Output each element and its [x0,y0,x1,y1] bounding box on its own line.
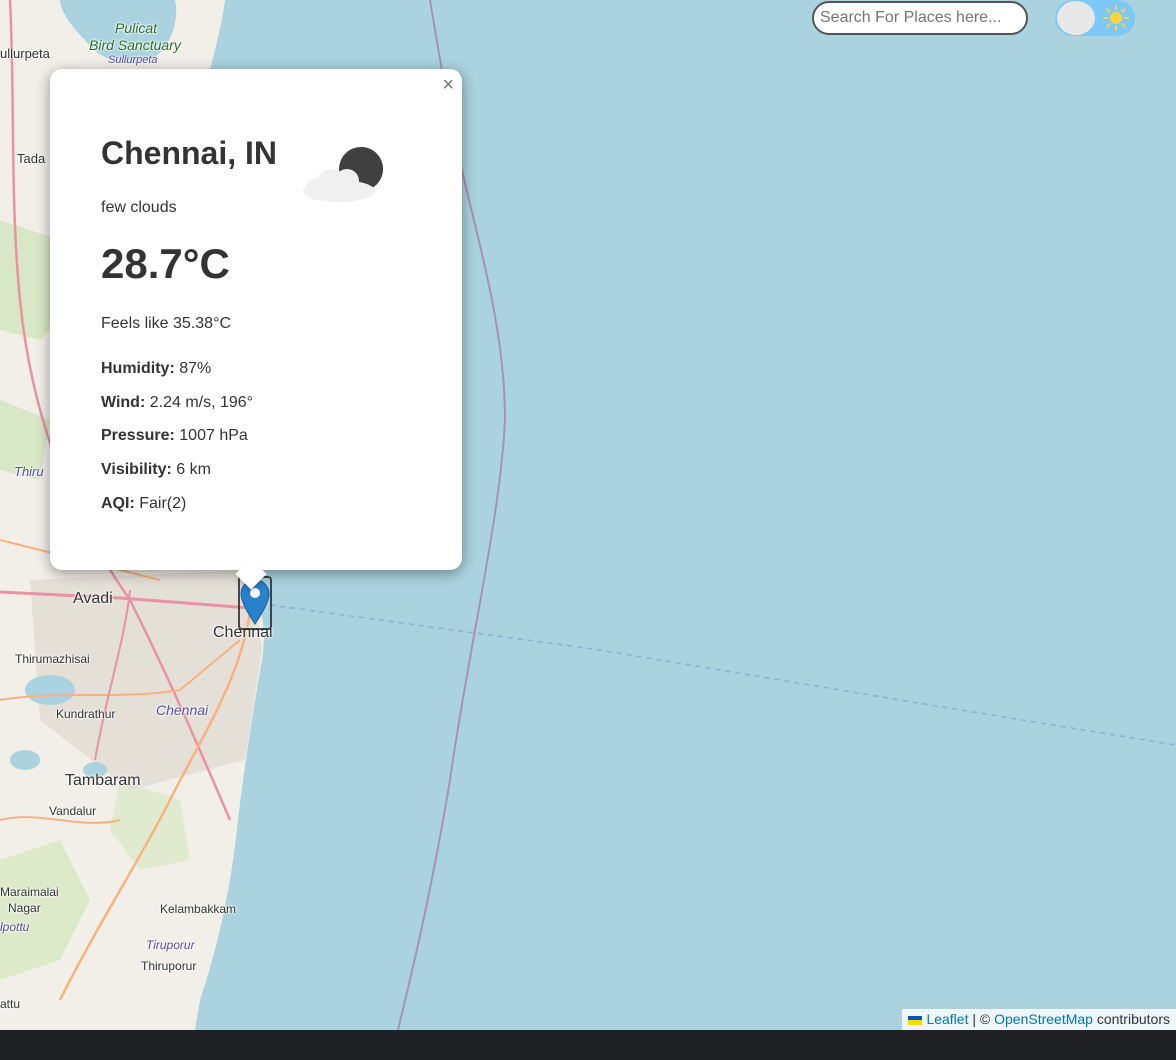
map-label-kundrathur: Kundrathur [56,707,116,721]
detail-label: Visibility: [101,461,172,478]
map-label-tiruporur: Tiruporur [146,938,195,952]
map-attribution: Leaflet | © OpenStreetMap contributors [902,1009,1176,1030]
detail-value: 1007 hPa [179,427,248,444]
search-input[interactable] [812,1,1028,35]
ukraine-flag-icon [908,1015,923,1025]
map-label-bird-sanctuary: Bird Sanctuary [89,37,181,53]
map-label-nagar: Nagar [8,901,41,915]
detail-value: 6 km [176,461,211,478]
toggle-knob[interactable] [1057,1,1095,35]
bottom-bar [0,1030,1176,1060]
map-label-sullurpeta-sub: Sullurpeta [108,54,158,66]
map-label-attu: attu [0,997,21,1011]
detail-label: Pressure: [101,427,175,444]
detail-aqi: AQI: Fair(2) [101,495,186,513]
close-button[interactable]: × [442,75,454,95]
map-label-thiruporur: Thiruporur [141,959,197,973]
detail-humidity: Humidity: 87% [101,360,211,378]
detail-value: Fair(2) [139,495,187,512]
detail-label: Humidity: [101,360,175,377]
temperature: 28.7°C [101,240,230,287]
map-label-vandalur: Vandalur [49,804,97,818]
map-label-chennai-district: Chennai [156,702,209,718]
map-label-thiru: Thiru [14,464,44,479]
detail-label: Wind: [101,394,146,411]
detail-visibility: Visibility: 6 km [101,461,211,479]
theme-toggle[interactable] [1055,0,1135,36]
map-label-tambaram: Tambaram [65,772,141,789]
map-canvas[interactable]: ullurpeta Pulicat Bird Sanctuary Sullurp… [0,0,1176,1030]
partly-cloudy-night-icon [301,141,385,210]
attribution-separator: | © [968,1011,995,1027]
osm-link[interactable]: OpenStreetMap [994,1011,1093,1027]
map-label-maraimalai: Maraimalai [0,885,59,899]
city-name: Chennai, IN [101,135,278,171]
detail-value: 2.24 m/s, 196° [149,394,254,411]
leaflet-link[interactable]: Leaflet [926,1011,968,1027]
detail-wind: Wind: 2.24 m/s, 196° [101,394,253,412]
weather-description: few clouds [101,199,177,216]
weather-popup: × Chennai, IN few clouds 28.7°C Feels li… [50,69,462,590]
detail-pressure: Pressure: 1007 hPa [101,427,248,445]
detail-value: 87% [179,360,212,377]
map-label-kelambakkam: Kelambakkam [160,902,237,916]
map-label-tada: Tada [17,151,46,166]
map-label-pulicat: Pulicat [115,20,158,36]
map-label-thirumazhisai: Thirumazhisai [15,652,90,666]
feels-like: Feels like 35.38°C [101,315,232,332]
attribution-contributors: contributors [1092,1011,1170,1027]
map-label-avadi: Avadi [73,590,113,607]
sun-icon [1103,5,1129,36]
detail-label: AQI: [101,495,135,512]
map-label-sullurpeta: ullurpeta [0,46,50,61]
map-label-alpottu: lpottu [0,920,30,934]
